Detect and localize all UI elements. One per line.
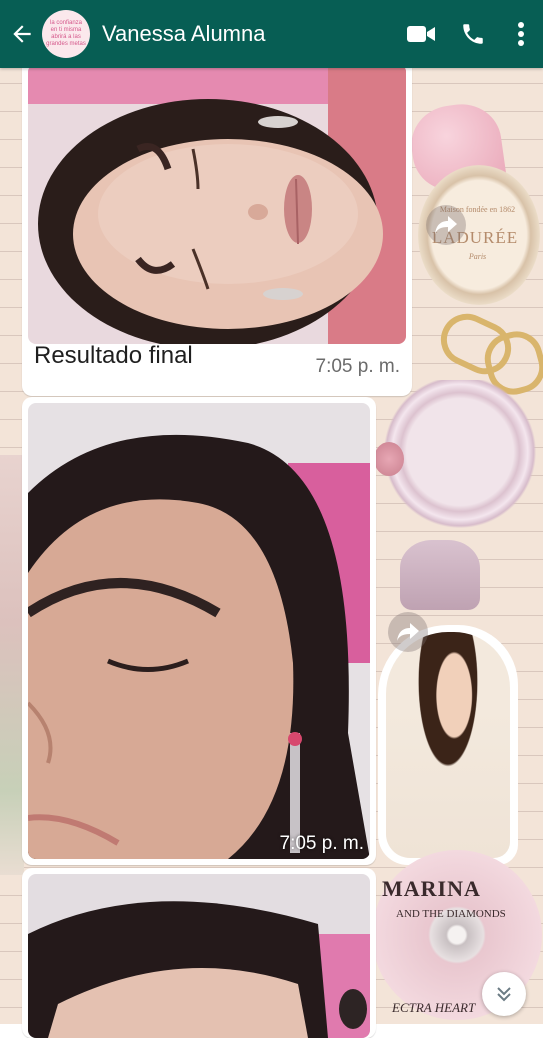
laduree-city-text: Paris [468, 252, 487, 261]
album-sub-text: AND THE DIAMONDS [396, 908, 506, 920]
rose-sticker [374, 442, 404, 476]
mirror-stand-sticker [400, 540, 480, 610]
image-message[interactable] [22, 868, 376, 1038]
chevron-double-down-icon [497, 987, 511, 1002]
avatar[interactable]: la confianza en ti misma abrirá a las gr… [42, 10, 90, 58]
image-message[interactable]: Resultado final 7:05 p. m. [22, 58, 412, 396]
message-time: 7:05 p. m. [279, 833, 365, 854]
face-photo-forehead [28, 874, 370, 1038]
menu-button[interactable] [499, 0, 543, 68]
message-photo[interactable] [28, 403, 370, 859]
voice-call-button[interactable] [447, 0, 499, 68]
image-message[interactable]: 7:05 p. m. [22, 397, 376, 865]
forward-button[interactable] [388, 612, 428, 652]
message-photo[interactable] [28, 64, 406, 344]
message-time: 7:05 p. m. [315, 356, 401, 377]
person-sticker [386, 632, 510, 858]
message-caption: Resultado final [34, 342, 193, 369]
message-photo[interactable] [28, 874, 370, 1038]
left-collage-strip [0, 455, 24, 875]
arrow-left-icon [13, 25, 31, 43]
phone-icon [463, 24, 483, 44]
album-title-text: MARINA [382, 876, 481, 901]
contact-name[interactable]: Vanessa Alumna [102, 21, 395, 47]
video-call-button[interactable] [395, 0, 447, 68]
album-bottom-text: ECTRA HEART [392, 1000, 476, 1015]
chat-header: la confianza en ti misma abrirá a las gr… [0, 0, 543, 68]
forward-arrow-icon [397, 623, 419, 641]
face-photo-closed-eyes [28, 64, 406, 344]
face-photo-side-closed-eye [28, 403, 370, 859]
forward-arrow-icon [435, 216, 457, 234]
avatar-text: la confianza en ti misma abrirá a las gr… [46, 20, 86, 47]
forward-button[interactable] [426, 205, 466, 245]
more-vertical-icon [518, 22, 524, 46]
scroll-to-bottom-button[interactable] [482, 972, 526, 1016]
heart-mirror-sticker [380, 380, 540, 540]
back-button[interactable] [2, 0, 42, 68]
video-camera-icon [407, 26, 435, 42]
